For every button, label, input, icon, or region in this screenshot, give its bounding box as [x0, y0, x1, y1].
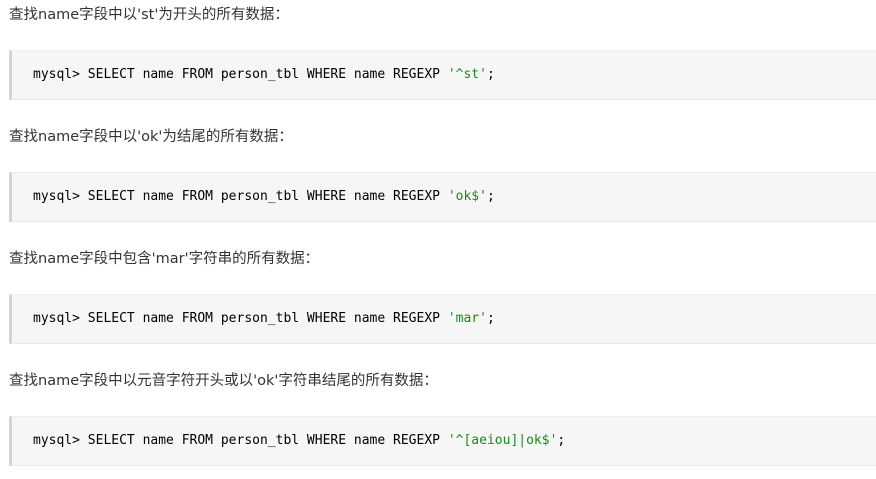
code-block-1: mysql> SELECT name FROM person_tbl WHERE…	[9, 50, 876, 100]
code-block-2: mysql> SELECT name FROM person_tbl WHERE…	[9, 172, 876, 222]
code-string-literal: 'mar'	[447, 311, 487, 326]
code-text: mysql> SELECT name FROM person_tbl WHERE…	[33, 67, 448, 82]
code-string-literal: 'ok$'	[447, 189, 487, 204]
code-string-literal: '^[aeiou]|ok$'	[447, 433, 558, 448]
code-text: mysql> SELECT name FROM person_tbl WHERE…	[33, 311, 448, 326]
section-4-description: 查找name字段中以元音字符开头或以'ok'字符串结尾的所有数据：	[9, 373, 438, 389]
code-text: mysql> SELECT name FROM person_tbl WHERE…	[33, 189, 448, 204]
code-terminator: ;	[486, 67, 495, 82]
code-line-3: mysql> SELECT name FROM person_tbl WHERE…	[33, 310, 495, 328]
section-3-description: 查找name字段中包含'mar'字符串的所有数据：	[9, 251, 320, 267]
section-1-description: 查找name字段中以'st'为开头的所有数据：	[9, 7, 289, 23]
code-terminator: ;	[486, 189, 495, 204]
code-block-4: mysql> SELECT name FROM person_tbl WHERE…	[9, 416, 876, 466]
code-terminator: ;	[486, 311, 495, 326]
code-line-2: mysql> SELECT name FROM person_tbl WHERE…	[33, 188, 495, 206]
code-string-literal: '^st'	[447, 67, 487, 82]
code-line-4: mysql> SELECT name FROM person_tbl WHERE…	[33, 432, 565, 450]
section-2-description: 查找name字段中以'ok'为结尾的所有数据：	[9, 129, 293, 145]
code-text: mysql> SELECT name FROM person_tbl WHERE…	[33, 433, 448, 448]
code-terminator: ;	[557, 433, 566, 448]
code-block-3: mysql> SELECT name FROM person_tbl WHERE…	[9, 294, 876, 344]
code-line-1: mysql> SELECT name FROM person_tbl WHERE…	[33, 66, 495, 84]
